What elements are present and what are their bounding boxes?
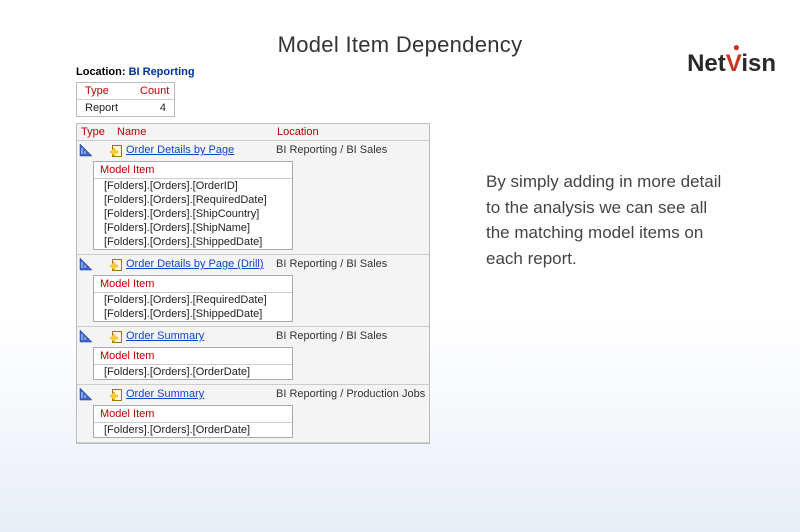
report-group: Order Details by PageBI Reporting / BI S…: [77, 141, 429, 255]
report-header: Type Name Location: [77, 124, 429, 141]
model-item-header: Model Item: [94, 276, 292, 293]
report-row: Order Details by PageBI Reporting / BI S…: [77, 141, 429, 159]
expand-icon[interactable]: [79, 143, 93, 157]
report-location: BI Reporting / Production Jobs: [276, 388, 425, 400]
report-location: BI Reporting / BI Sales: [276, 144, 387, 156]
summary-row: Report 4: [77, 99, 174, 116]
report-group: Order Details by Page (Drill)BI Reportin…: [77, 255, 429, 327]
brand-logo: Net●Visn: [687, 50, 776, 78]
report-group: Order SummaryBI Reporting / BI Sales Mode…: [77, 327, 429, 385]
column-location: Location: [277, 126, 319, 138]
page-title: Model Item Dependency: [0, 32, 800, 58]
summary-header-count: Count: [132, 83, 174, 99]
summary-table: Type Count Report 4: [76, 82, 175, 117]
model-item: [Folders].[Orders].[RequiredDate]: [94, 193, 292, 207]
model-item: [Folders].[Orders].[RequiredDate]: [94, 293, 292, 307]
model-item-box: Model Item[Folders].[Orders].[OrderDate]: [93, 405, 293, 438]
model-item-header: Model Item: [94, 406, 292, 423]
model-item-box: Model Item[Folders].[Orders].[OrderID][F…: [93, 161, 293, 250]
report-link[interactable]: Order Summary: [126, 388, 276, 400]
model-item-box: Model Item[Folders].[Orders].[OrderDate]: [93, 347, 293, 380]
model-item-header: Model Item: [94, 348, 292, 365]
summary-header-type: Type: [77, 83, 132, 99]
report-location: BI Reporting / BI Sales: [276, 258, 387, 270]
model-item: [Folders].[Orders].[ShippedDate]: [94, 307, 292, 321]
summary-count: 4: [132, 100, 174, 116]
report-icon: [110, 144, 124, 156]
model-item: [Folders].[Orders].[ShippedDate]: [94, 235, 292, 249]
column-name: Name: [117, 126, 277, 138]
column-type: Type: [81, 126, 117, 138]
report-location: BI Reporting / BI Sales: [276, 330, 387, 342]
location-value: BI Reporting: [129, 66, 195, 78]
model-item-header: Model Item: [94, 162, 292, 179]
location-label: Location:: [76, 66, 126, 78]
model-item: [Folders].[Orders].[OrderID]: [94, 179, 292, 193]
description-text: By simply adding in more detail to the a…: [486, 169, 726, 444]
model-item: [Folders].[Orders].[ShipCountry]: [94, 207, 292, 221]
model-item-box: Model Item[Folders].[Orders].[RequiredDa…: [93, 275, 293, 322]
expand-icon[interactable]: [79, 257, 93, 271]
model-item: [Folders].[Orders].[ShipName]: [94, 221, 292, 235]
report-link[interactable]: Order Summary: [126, 330, 276, 342]
model-item: [Folders].[Orders].[OrderDate]: [94, 423, 292, 437]
report-link[interactable]: Order Details by Page (Drill): [126, 258, 276, 270]
expand-icon[interactable]: [79, 387, 93, 401]
expand-icon[interactable]: [79, 329, 93, 343]
report-link[interactable]: Order Details by Page: [126, 144, 276, 156]
report-group: Order SummaryBI Reporting / Production J…: [77, 385, 429, 443]
report-row: Order SummaryBI Reporting / Production J…: [77, 385, 429, 403]
report-icon: [110, 258, 124, 270]
report-icon: [110, 388, 124, 400]
report-panel: Type Name Location Order Details by Page…: [76, 123, 430, 444]
report-row: Order Details by Page (Drill)BI Reportin…: [77, 255, 429, 273]
model-item: [Folders].[Orders].[OrderDate]: [94, 365, 292, 379]
report-row: Order SummaryBI Reporting / BI Sales: [77, 327, 429, 345]
report-icon: [110, 330, 124, 342]
summary-type: Report: [77, 100, 132, 116]
